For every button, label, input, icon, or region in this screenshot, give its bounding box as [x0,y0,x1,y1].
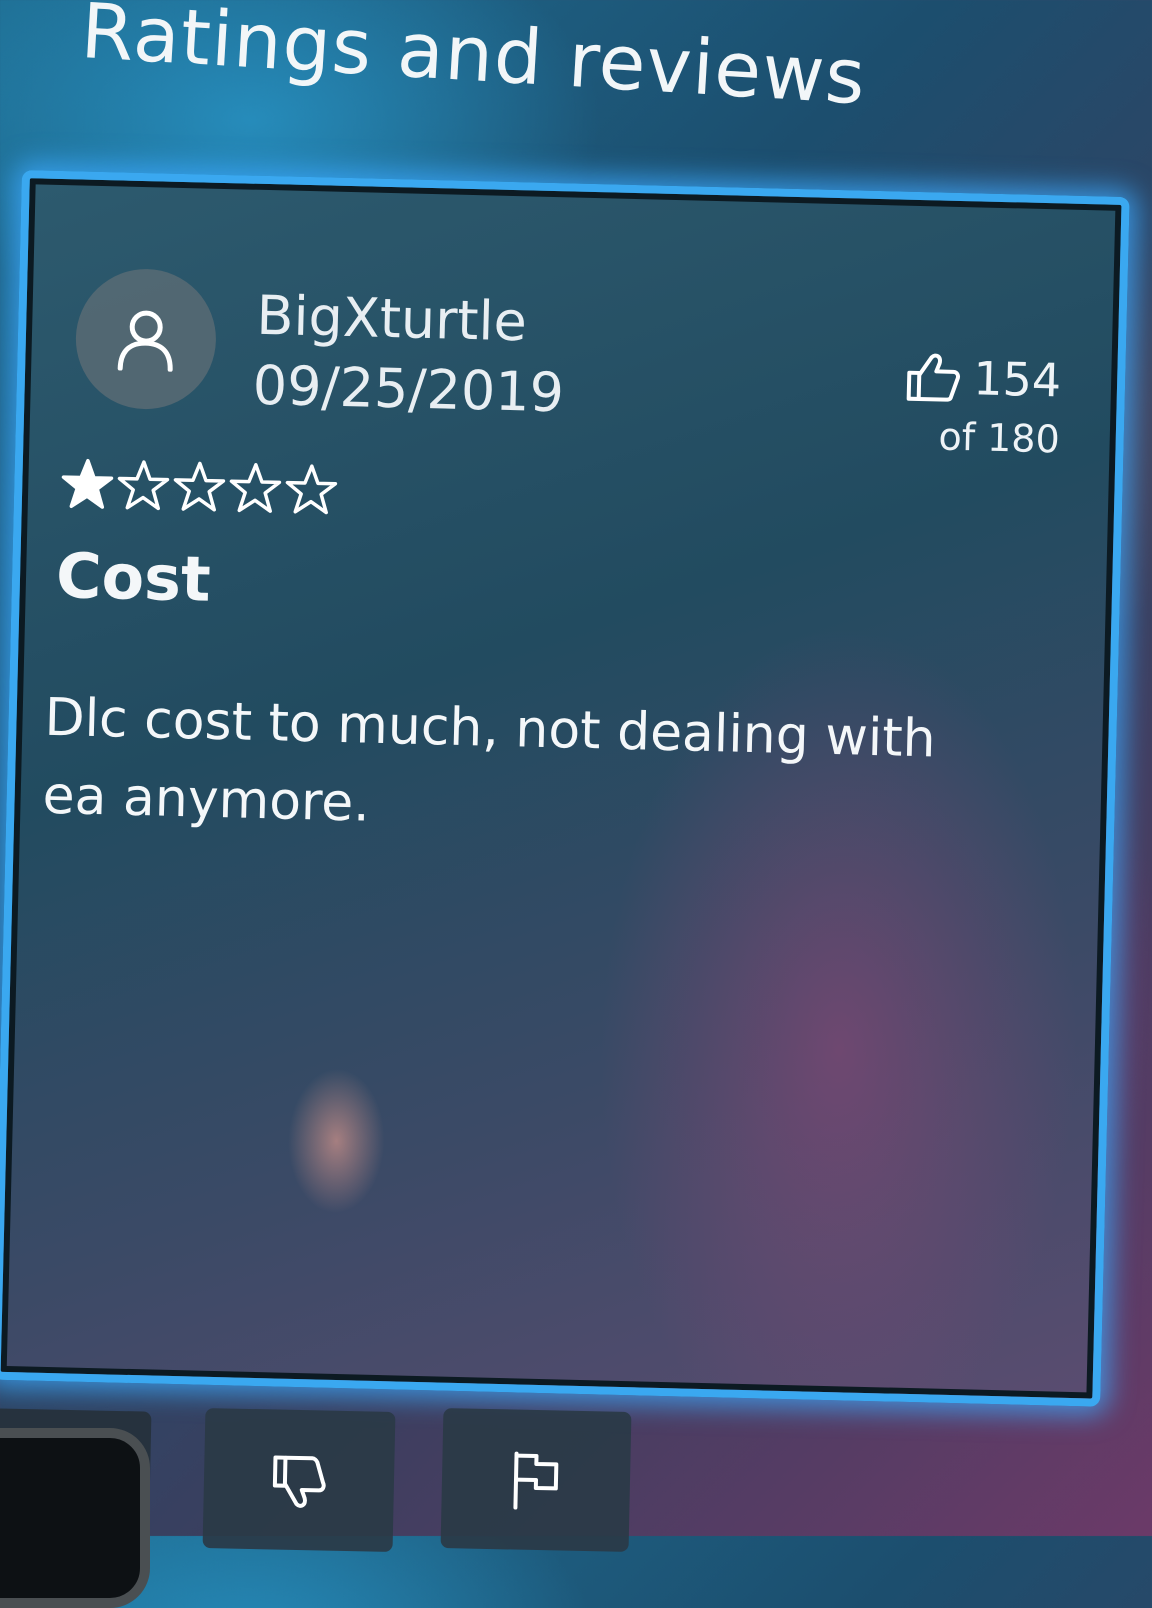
helpful-votes: 154 of 180 [903,350,1062,462]
star-empty-icon [285,464,338,515]
helpful-count: 154 [972,351,1062,408]
device-edge [0,1428,150,1608]
review-card[interactable]: BigXturtle 09/25/2019 154 of 180 Cost Dl… [0,170,1130,1407]
star-empty-icon [229,463,282,513]
not-helpful-button[interactable] [202,1408,396,1552]
thumbs-down-icon [272,1455,326,1508]
star-empty-icon [117,460,170,511]
page-title: Ratings and reviews [78,0,869,122]
star-empty-icon [173,461,226,512]
reviewer-name: BigXturtle [255,283,528,354]
review-body: Dlc cost to much, not dealing with ea an… [41,687,937,834]
action-bar [0,1408,1152,1552]
star-rating [60,457,339,518]
flag-icon [513,1451,559,1510]
avatar [74,267,218,411]
helpful-total: of 180 [937,414,1061,462]
thumbs-up-icon [906,353,961,402]
review-title: Cost [55,538,212,616]
review-date: 09/25/2019 [252,353,565,425]
report-button[interactable] [440,1408,632,1552]
user-icon [117,310,173,372]
star-filled-icon [61,458,114,509]
